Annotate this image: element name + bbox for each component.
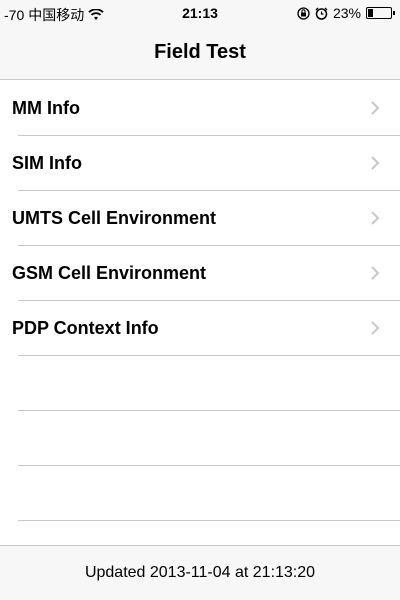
alarm-icon: [315, 7, 328, 20]
chevron-right-icon: [371, 101, 380, 115]
battery-fill: [368, 9, 373, 17]
field-test-list: MM Info SIM Info UMTS Cell Environment G…: [0, 81, 400, 521]
page-title: Field Test: [154, 41, 246, 63]
list-item-label: GSM Cell Environment: [12, 263, 207, 283]
empty-row: [0, 356, 400, 411]
list-item-umts-cell-environment[interactable]: UMTS Cell Environment: [0, 191, 400, 246]
list-item-sim-info[interactable]: SIM Info: [0, 136, 400, 191]
chevron-right-icon: [371, 156, 380, 170]
list-item-label: UMTS Cell Environment: [12, 208, 217, 228]
list-item-label: SIM Info: [12, 153, 82, 173]
battery-icon: [366, 7, 395, 19]
battery-percent: 23%: [332, 5, 361, 21]
empty-row: [0, 466, 400, 521]
updated-timestamp: Updated 2013-11-04 at 21:13:20: [84, 564, 316, 581]
list-item-label: PDP Context Info: [12, 318, 159, 338]
rotation-lock-icon: [297, 6, 310, 20]
list-item-pdp-context-info[interactable]: PDP Context Info: [0, 301, 400, 356]
list-item-mm-info[interactable]: MM Info: [0, 81, 400, 136]
footer-toolbar: Updated 2013-11-04 at 21:13:20: [0, 545, 400, 600]
empty-row: [0, 411, 400, 466]
chevron-right-icon: [371, 211, 380, 225]
status-right: 23%: [297, 5, 395, 21]
navigation-bar: Field Test: [0, 26, 400, 80]
list-item-label: MM Info: [12, 98, 80, 118]
status-bar: -70 中国移动 21:13 23%: [0, 0, 400, 26]
list-item-gsm-cell-environment[interactable]: GSM Cell Environment: [0, 246, 400, 301]
chevron-right-icon: [371, 266, 380, 280]
chevron-right-icon: [371, 321, 380, 335]
